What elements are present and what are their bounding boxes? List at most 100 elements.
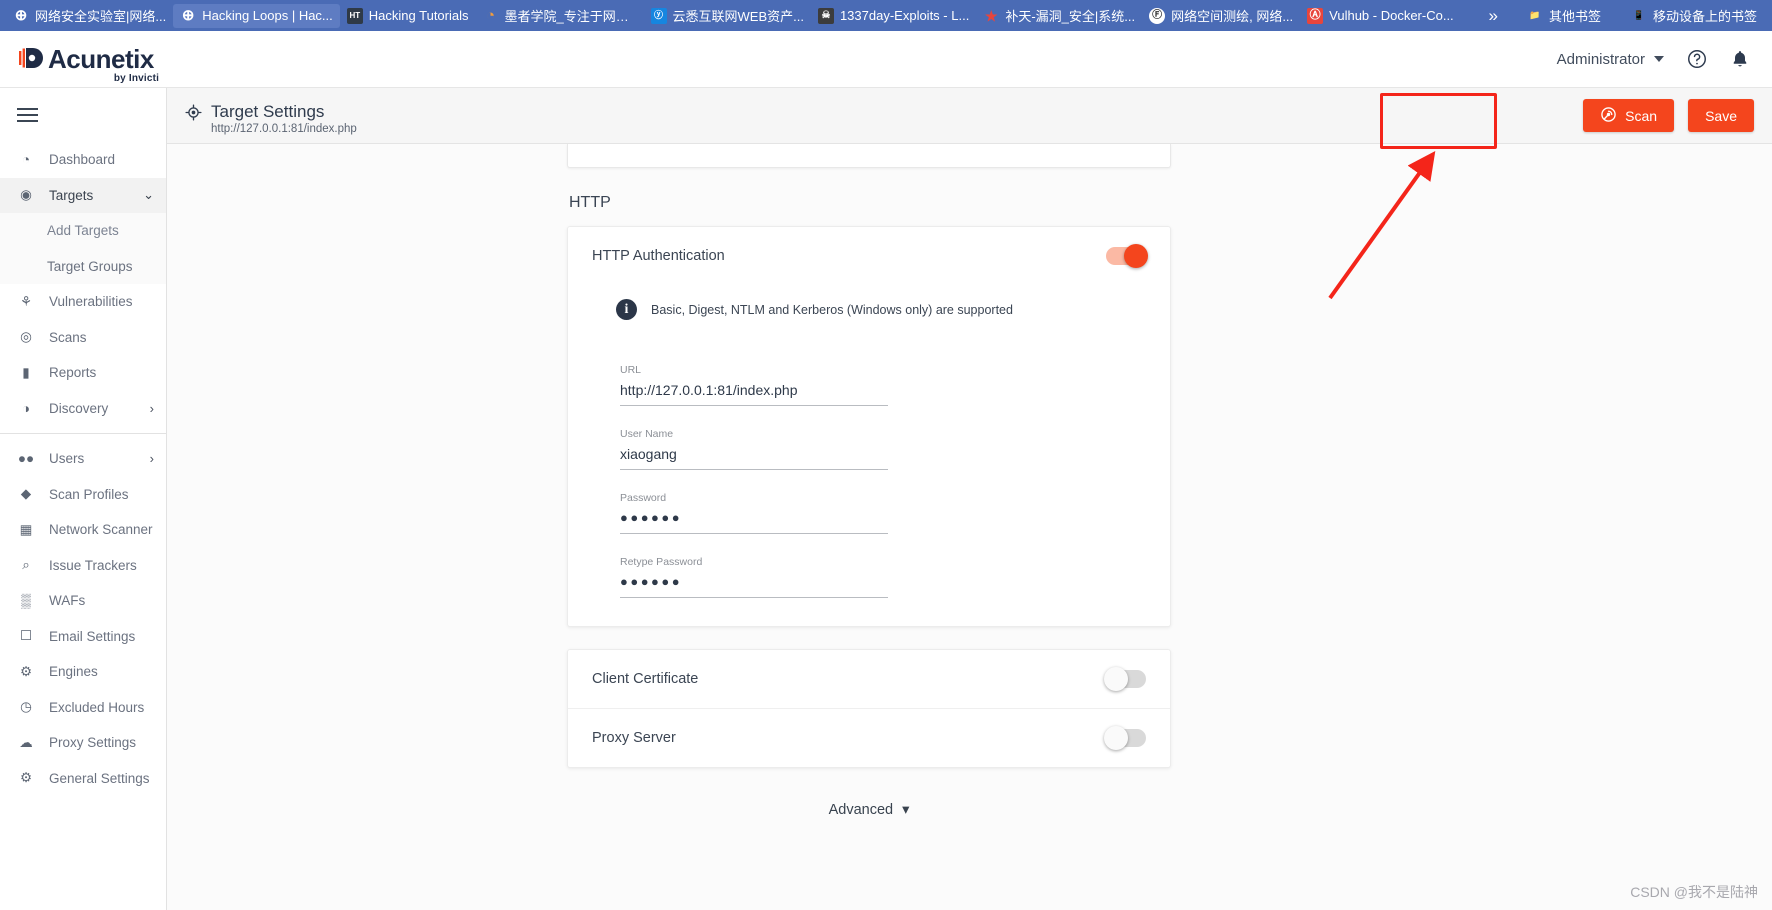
sidebar-item-network-scanner[interactable]: ▦ Network Scanner <box>0 512 166 548</box>
sidebar-divider <box>0 433 166 434</box>
sidebar-item-label: Email Settings <box>49 628 136 644</box>
field-password: Password ●●●●●● <box>620 470 888 534</box>
sidebar-item-email-settings[interactable]: ☐ Email Settings <box>0 619 166 655</box>
firewall-icon: ▒ <box>21 593 31 609</box>
sidebar-item-scan-profiles[interactable]: ◆ Scan Profiles <box>0 477 166 513</box>
sidebar-item-excluded-hours[interactable]: ◷ Excluded Hours <box>0 690 166 726</box>
http-authentication-card: HTTP Authentication i Basic, Digest, NTL… <box>567 226 1171 627</box>
sidebar: ◔ Dashboard ◉ Targets ⌄ Add Targets Target Gro… <box>0 88 167 910</box>
other-bookmarks-folder[interactable]: 📁 其他书签 <box>1520 2 1608 29</box>
bookmark-bar-right: » 📁 其他书签 📱 移动设备上的书签 <box>1483 0 1765 31</box>
settings-column: HTTP HTTP Authentication i Basic, Digest… <box>567 144 1171 818</box>
sidebar-item-label: Excluded Hours <box>49 699 145 715</box>
chevron-right-icon: › <box>149 451 154 467</box>
sidebar-item-scans[interactable]: ◎ Scans <box>0 320 166 356</box>
row-label: Client Certificate <box>592 671 699 687</box>
field-input[interactable] <box>620 446 888 470</box>
sidebar-item-users[interactable]: ●● Users › <box>0 441 166 477</box>
field-input[interactable] <box>620 382 888 406</box>
bookmark-item[interactable]: ◔ 墨者学院_专注于网络... <box>476 2 644 29</box>
chevron-down-icon <box>1654 56 1664 62</box>
bookmark-item[interactable]: ⊕ Hacking Loops | Hac... <box>173 3 340 28</box>
field-url: URL <box>620 342 888 406</box>
administrator-menu[interactable]: Administrator <box>1557 51 1664 68</box>
bookmark-label: 云悉互联网WEB资产... <box>672 9 804 24</box>
acunetix-logo[interactable]: Acunetix by Invicti <box>18 46 159 84</box>
sidebar-item-label: Users <box>49 451 85 467</box>
sidebar-item-engines[interactable]: ⚙ Engines <box>0 654 166 690</box>
bookmark-item[interactable]: ⊕ 网络安全实验室|网络... <box>6 2 173 29</box>
sidebar-item-label: Reports <box>49 365 97 381</box>
sidebar-item-dashboard[interactable]: ◔ Dashboard <box>0 142 166 178</box>
toggle-proxy-server[interactable] <box>1104 726 1146 750</box>
sidebar-item-label: WAFs <box>49 593 86 609</box>
help-circle-icon[interactable] <box>1686 48 1708 70</box>
field-label: Password <box>620 492 667 504</box>
sidebar-item-label: Vulnerabilities <box>49 294 133 310</box>
mobile-bookmarks-folder[interactable]: 📱 移动设备上的书签 <box>1624 2 1764 29</box>
bookmark-label: 网络安全实验室|网络... <box>35 9 167 24</box>
bookmark-item[interactable]: ★ 补天-漏洞_安全|系统... <box>976 2 1142 29</box>
sidebar-item-reports[interactable]: ▮ Reports <box>0 355 166 391</box>
bookmark-label: 补天-漏洞_安全|系统... <box>1005 9 1136 24</box>
bookmark-label: Hacking Loops | Hac... <box>202 8 333 23</box>
bookmark-item[interactable]: Ⓐ Vulhub - Docker-Co... <box>1300 4 1461 28</box>
advanced-toggle[interactable]: Advanced ▾ <box>567 802 1171 818</box>
sidebar-subitem-label: Add Targets <box>47 223 119 239</box>
app-header: Acunetix by Invicti Administrator <box>0 31 1772 88</box>
sidebar-item-targets[interactable]: ◉ Targets ⌄ <box>0 177 166 213</box>
sidebar-item-label: Discovery <box>49 400 109 416</box>
hamburger-menu-icon[interactable] <box>0 88 166 142</box>
notification-bell-icon[interactable] <box>1730 48 1750 70</box>
field-value-masked[interactable]: ●●●●●● <box>620 510 888 534</box>
sidebar-item-label: Dashboard <box>49 152 116 168</box>
shield-icon: ◆ <box>20 486 32 502</box>
sidebar-item-vulnerabilities[interactable]: ⚘ Vulnerabilities <box>0 284 166 320</box>
mozhe-icon: ◔ <box>485 7 496 24</box>
clock-icon: ◷ <box>20 699 32 715</box>
field-value-masked[interactable]: ●●●●●● <box>620 574 888 598</box>
bookmark-label: 墨者学院_专注于网络... <box>504 9 637 24</box>
sidebar-subitem-add-targets[interactable]: Add Targets <box>0 213 166 249</box>
skull-icon: ☠ <box>817 7 834 24</box>
compass-icon: ◑ <box>21 400 31 416</box>
sidebar-item-general-settings[interactable]: ⚙ General Settings <box>0 761 166 797</box>
page-toolbar: Target Settings http://127.0.0.1:81/inde… <box>167 88 1772 149</box>
sidebar-item-wafs[interactable]: ▒ WAFs <box>0 583 166 619</box>
chevron-down-icon: ▾ <box>902 802 910 818</box>
mobile-device-icon: 📱 <box>1633 10 1645 20</box>
scan-radar-icon: ◎ <box>20 329 32 345</box>
toggle-client-certificate[interactable] <box>1104 667 1146 691</box>
settings-scroll-area[interactable]: HTTP HTTP Authentication i Basic, Digest… <box>167 144 1772 910</box>
target-crosshair-icon <box>185 104 202 126</box>
save-button[interactable]: Save <box>1688 99 1754 132</box>
globe-icon: ⊕ <box>14 7 28 24</box>
sidebar-item-label: General Settings <box>49 770 150 786</box>
sidebar-subitem-target-groups[interactable]: Target Groups <box>0 248 166 284</box>
sidebar-item-label: Proxy Settings <box>49 735 137 751</box>
page-title: Target Settings <box>211 101 325 121</box>
gear-icon: ⚙ <box>19 770 33 786</box>
sidebar-item-label: Targets <box>49 187 94 203</box>
other-bookmarks-label: 其他书签 <box>1548 9 1601 24</box>
bookmark-overflow-icon[interactable]: » <box>1483 6 1504 26</box>
sidebar-item-proxy-settings[interactable]: ☁ Proxy Settings <box>0 725 166 761</box>
scan-button[interactable]: Scan <box>1583 99 1675 132</box>
bookmark-item[interactable]: ☠ 1337day-Exploits - L... <box>811 4 976 28</box>
sidebar-item-label: Network Scanner <box>49 522 153 538</box>
mobile-bookmarks-label: 移动设备上的书签 <box>1652 9 1757 24</box>
field-retype-password: Retype Password ●●●●●● <box>620 534 888 598</box>
sidebar-item-issue-trackers[interactable]: ⌕ Issue Trackers <box>0 548 166 584</box>
bookmark-item[interactable]: ⓨ 云悉互联网WEB资产... <box>644 2 811 29</box>
sidebar-item-discovery[interactable]: ◑ Discovery › <box>0 391 166 427</box>
bookmark-item[interactable]: HT Hacking Tutorials <box>340 4 476 28</box>
sidebar-item-label: Scans <box>49 329 87 345</box>
field-label: Retype Password <box>620 556 703 568</box>
fofa-icon: Ⓕ <box>1149 7 1166 24</box>
bookmark-item[interactable]: Ⓕ 网络空间测绘, 网络... <box>1142 2 1300 29</box>
yunxi-icon: ⓨ <box>650 7 667 24</box>
document-icon: ▮ <box>22 364 30 380</box>
http-authentication-toggle[interactable] <box>1106 244 1148 268</box>
row-proxy-server: Proxy Server <box>568 708 1170 767</box>
scan-radar-icon <box>1600 106 1617 126</box>
